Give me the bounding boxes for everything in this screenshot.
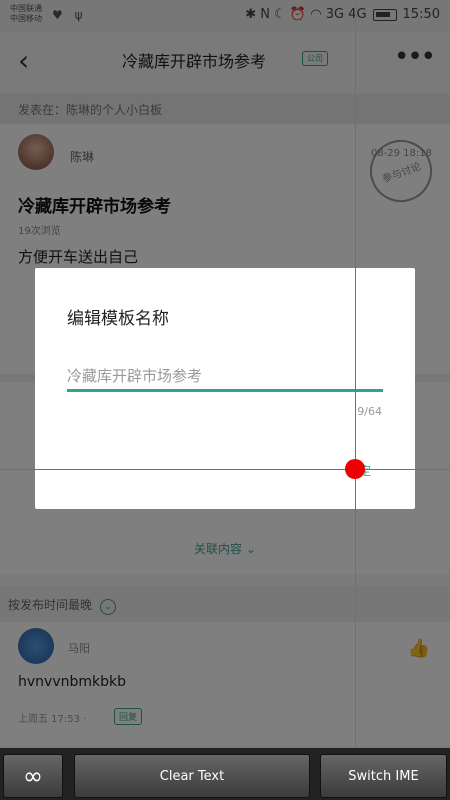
char-counter: 9/64 (357, 405, 382, 418)
crosshair-vertical (355, 0, 356, 748)
ime-toolbar: ∞ Clear Text Switch IME (0, 748, 450, 800)
touch-point-marker (345, 459, 365, 479)
clear-text-button[interactable]: Clear Text (74, 754, 310, 798)
crosshair-horizontal (0, 469, 450, 470)
template-name-input[interactable] (67, 362, 383, 392)
switch-ime-button[interactable]: Switch IME (320, 754, 447, 798)
dialog-title: 编辑模板名称 (67, 309, 169, 329)
infinity-button[interactable]: ∞ (3, 754, 63, 798)
